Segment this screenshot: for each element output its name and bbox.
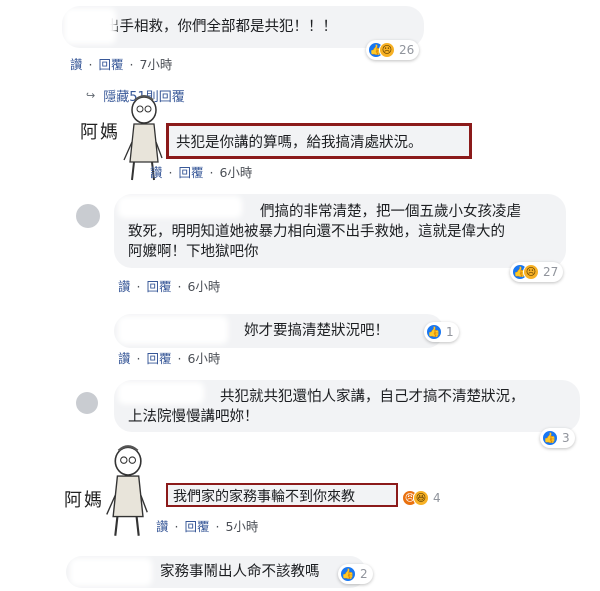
mama-label: 阿媽	[64, 490, 104, 511]
haha-icon: 😆	[413, 490, 429, 506]
reaction-summary[interactable]: 👍 3	[540, 428, 575, 448]
reply-link[interactable]: 回覆	[146, 279, 171, 294]
redacted-name	[118, 382, 204, 404]
comment-actions: 讚 · 回覆 · 6小時	[118, 279, 221, 294]
reply-arrow-icon: ↪	[86, 89, 96, 102]
timestamp: 7小時	[139, 57, 173, 72]
like-link[interactable]: 讚	[150, 165, 163, 180]
redacted-name	[118, 196, 242, 218]
timestamp: 6小時	[187, 351, 221, 366]
timestamp: 5小時	[225, 519, 259, 534]
redacted-name	[70, 558, 152, 586]
reaction-count: 27	[543, 265, 559, 279]
comment-actions: 讚 · 回覆 · 7小時	[70, 57, 173, 72]
reaction-summary[interactable]: 👍 1	[424, 322, 459, 342]
reaction-summary[interactable]: 😠 😆 4	[400, 488, 446, 508]
comment-text: 我們家的家務事輪不到你來教	[173, 489, 355, 505]
like-link[interactable]: 讚	[118, 351, 131, 366]
reaction-summary[interactable]: 👍 ☹ 26	[366, 40, 420, 60]
reply-link[interactable]: 回覆	[146, 351, 171, 366]
reaction-count: 2	[360, 567, 368, 581]
comment-text-line: 阿嬤啊！下地獄吧你	[128, 244, 259, 260]
reaction-count: 26	[399, 43, 415, 57]
like-icon: 👍	[340, 566, 356, 582]
comment-text-line: 致死，明明知道她被暴力相向還不出手救她，這就是偉大的	[128, 224, 505, 240]
sad-icon: ☹	[523, 264, 539, 280]
reaction-summary[interactable]: 👍 ☹ 27	[510, 262, 564, 282]
like-icon: 👍	[426, 324, 442, 340]
reaction-count: 4	[433, 491, 441, 505]
avatar	[76, 392, 98, 414]
comment-actions: 讚 · 回覆 · 5小時	[156, 519, 259, 534]
comment-actions: 讚 · 回覆 · 6小時	[150, 165, 253, 180]
comment-text: 共犯是你講的算嗎，給我搞清處狀況。	[176, 135, 423, 151]
comment-actions: 讚 · 回覆 · 6小時	[118, 351, 221, 366]
timestamp: 6小時	[187, 279, 221, 294]
avatar	[76, 204, 100, 228]
like-link[interactable]: 讚	[70, 57, 83, 72]
redacted-name	[64, 8, 116, 44]
reaction-summary[interactable]: 👍 2	[338, 564, 373, 584]
like-link[interactable]: 讚	[156, 519, 169, 534]
reaction-count: 1	[446, 325, 454, 339]
grandma-illustration	[106, 445, 148, 536]
sad-icon: ☹	[379, 42, 395, 58]
timestamp: 6小時	[219, 165, 253, 180]
reply-link[interactable]: 回覆	[178, 165, 203, 180]
like-icon: 👍	[542, 430, 558, 446]
reply-link[interactable]: 回覆	[98, 57, 123, 72]
reaction-count: 3	[562, 431, 570, 445]
comment-text-line: 上法院慢慢講吧妳！	[128, 409, 259, 425]
reply-link[interactable]: 回覆	[184, 519, 209, 534]
redacted-name	[118, 316, 228, 344]
mama-label: 阿媽	[80, 122, 120, 143]
like-link[interactable]: 讚	[118, 279, 131, 294]
